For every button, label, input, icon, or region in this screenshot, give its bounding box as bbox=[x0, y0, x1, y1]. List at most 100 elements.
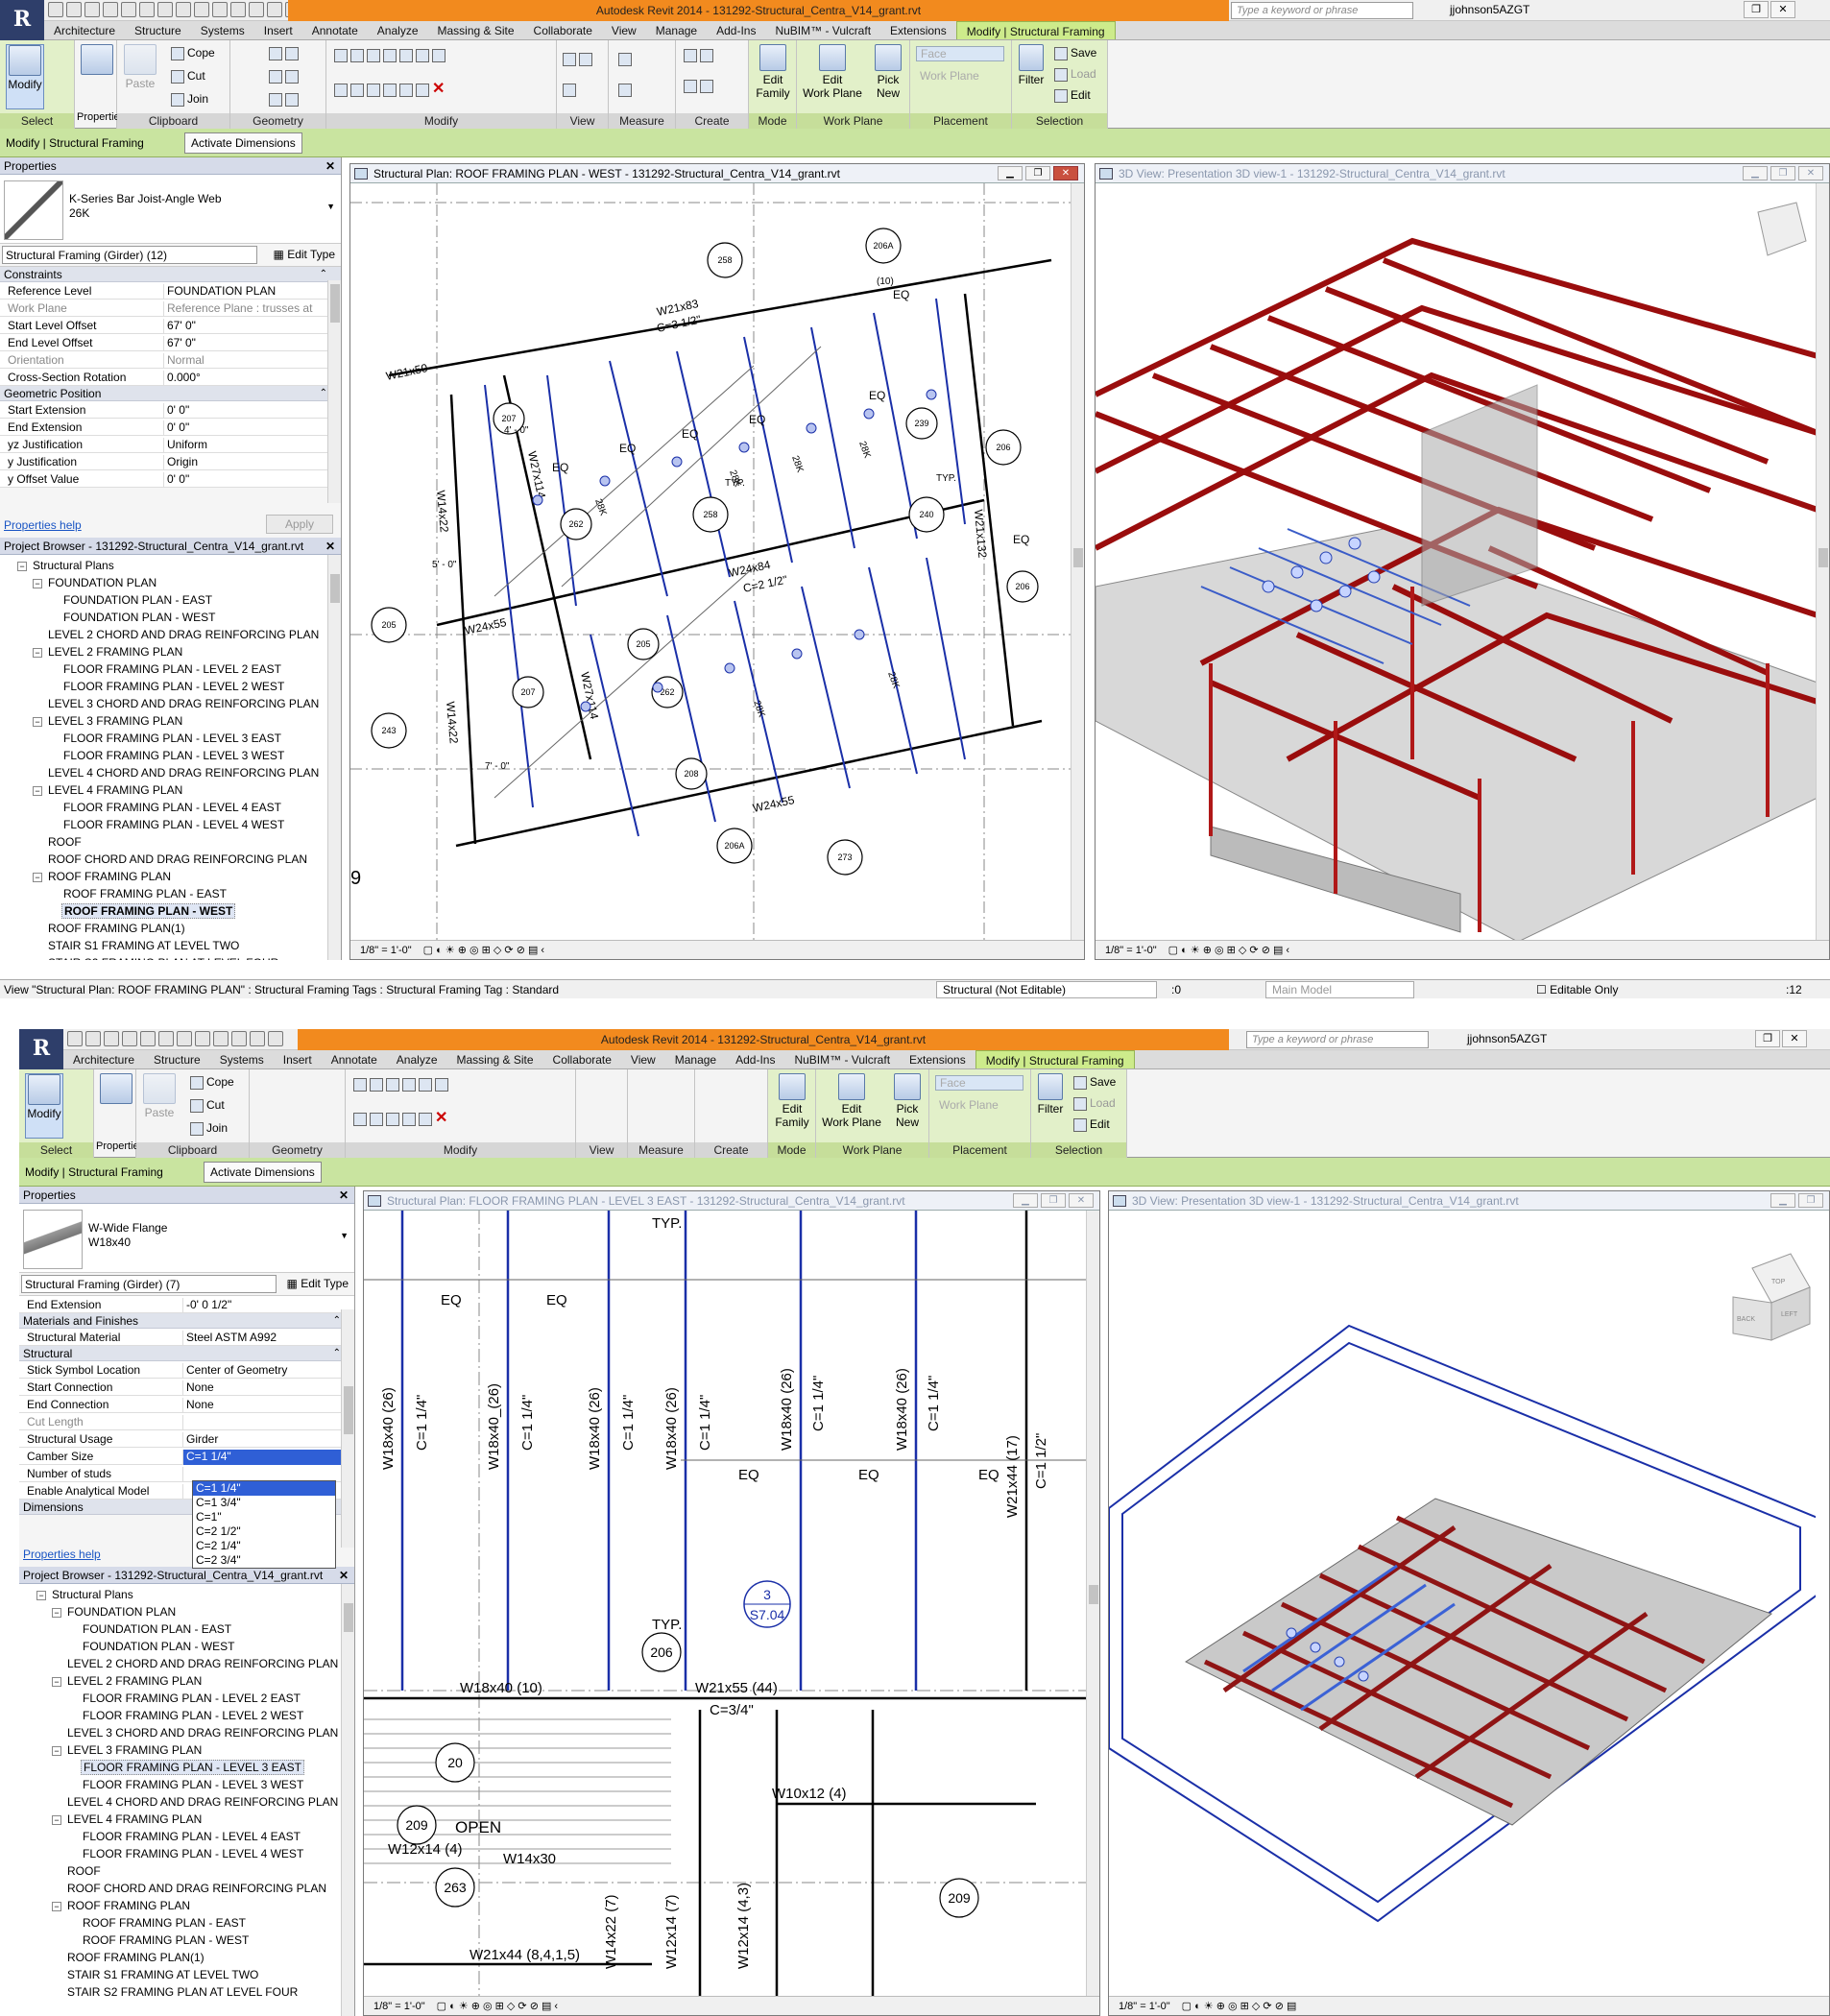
undo-icon[interactable] bbox=[122, 1031, 137, 1046]
scale-selector[interactable]: 1/8" = 1'-0" bbox=[360, 945, 412, 956]
collapse-icon[interactable]: − bbox=[33, 717, 42, 727]
edit-family-button[interactable]: Edit Family bbox=[753, 44, 793, 100]
beam-label[interactable]: W14x22 (7) bbox=[603, 1894, 619, 1969]
create-assembly-icon[interactable] bbox=[700, 48, 713, 62]
search-input[interactable]: Type a keyword or phrase bbox=[1246, 1031, 1429, 1048]
browser-item[interactable]: FLOOR FRAMING PLAN - LEVEL 2 WEST bbox=[19, 1707, 346, 1724]
tab-extensions[interactable]: Extensions bbox=[900, 1050, 975, 1068]
scale-selector[interactable]: 1/8" = 1'-0" bbox=[373, 2001, 425, 2012]
restore-icon[interactable]: ❐ bbox=[1744, 1, 1769, 18]
tag-label[interactable]: (10) bbox=[877, 276, 894, 287]
property-value[interactable]: 67' 0" bbox=[163, 336, 323, 351]
tab-structure[interactable]: Structure bbox=[125, 21, 191, 39]
copy-icon[interactable] bbox=[370, 1112, 383, 1126]
rotate-icon[interactable] bbox=[367, 83, 380, 97]
beam-label[interactable]: W18x40 (26) bbox=[380, 1387, 397, 1470]
property-group[interactable]: Constraints ⌃ bbox=[0, 267, 341, 282]
create-group-icon[interactable] bbox=[684, 79, 697, 93]
tab-view[interactable]: View bbox=[621, 1050, 665, 1068]
browser-item[interactable]: − Structural Plans bbox=[0, 557, 326, 574]
browser-item[interactable]: − ROOF FRAMING PLAN bbox=[0, 868, 326, 885]
collapse-icon[interactable]: ⌃ bbox=[320, 386, 327, 401]
view-control-icons[interactable]: ▢ ◐ ☀ ⊕ ◎ ⊞ ◇ ⟳ ⊘ ▤ ‹ bbox=[423, 945, 544, 956]
view-control-icons[interactable]: ▢ ◐ ☀ ⊕ ◎ ⊞ ◇ ⟳ ⊘ ▤ ‹ bbox=[437, 2001, 558, 2012]
copy-icon[interactable] bbox=[350, 83, 364, 97]
type-selector[interactable]: W-Wide Flange W18x40 ▼ bbox=[19, 1204, 354, 1273]
property-value[interactable]: C=1 1/4" bbox=[182, 1450, 342, 1465]
apply-button[interactable]: Apply bbox=[266, 515, 333, 534]
camber-label[interactable]: C=1 1/4" bbox=[810, 1376, 827, 1431]
align-icon[interactable] bbox=[353, 1077, 367, 1092]
property-group[interactable]: Structural ⌃ bbox=[19, 1346, 354, 1361]
close-icon[interactable]: ✕ bbox=[1069, 1193, 1094, 1208]
redo-icon[interactable] bbox=[140, 1031, 156, 1046]
dimension-label[interactable]: EQ bbox=[749, 413, 765, 426]
property-value[interactable]: Steel ASTM A992 bbox=[182, 1331, 342, 1346]
dimension-label[interactable]: EQ bbox=[893, 288, 909, 301]
camber-label[interactable]: C=1 1/2" bbox=[1033, 1433, 1049, 1489]
maximize-icon[interactable]: ❐ bbox=[1770, 166, 1795, 180]
browser-item[interactable]: − ROOF FRAMING PLAN bbox=[19, 1897, 346, 1914]
close-icon[interactable]: ✕ bbox=[339, 1187, 349, 1204]
grid-bubble[interactable]: 207 bbox=[520, 687, 535, 697]
browser-item[interactable]: FLOOR FRAMING PLAN - LEVEL 2 EAST bbox=[0, 660, 326, 678]
open-label[interactable]: OPEN bbox=[455, 1818, 501, 1836]
camber-option[interactable]: C=2 3/4" bbox=[193, 1553, 335, 1568]
property-value[interactable]: Reference Plane : trusses at f... bbox=[163, 301, 323, 328]
split-icon[interactable] bbox=[399, 48, 413, 62]
browser-item[interactable]: STAIR S1 FRAMING AT LEVEL TWO bbox=[0, 937, 326, 954]
geometry-tool-icon[interactable] bbox=[285, 46, 299, 60]
cut-button[interactable]: Cut bbox=[190, 1098, 225, 1113]
grid-bubble[interactable]: 20 bbox=[447, 1755, 463, 1770]
grid-bubble[interactable]: 208 bbox=[684, 769, 698, 779]
grid-bubble[interactable]: 258 bbox=[703, 510, 717, 519]
tab-annotate[interactable]: Annotate bbox=[322, 1050, 387, 1068]
pin-icon[interactable] bbox=[419, 1112, 432, 1126]
browser-item[interactable]: FOUNDATION PLAN - EAST bbox=[0, 591, 326, 609]
tab-collaborate[interactable]: Collaborate bbox=[524, 21, 602, 39]
mirror-icon[interactable] bbox=[386, 1077, 399, 1092]
collapse-icon[interactable]: − bbox=[33, 873, 42, 882]
geometry-tool-icon[interactable] bbox=[285, 69, 299, 84]
dimension-label[interactable]: EQ bbox=[858, 1467, 879, 1483]
property-value[interactable]: FOUNDATION PLAN bbox=[163, 284, 323, 300]
tab-collaborate[interactable]: Collaborate bbox=[543, 1050, 621, 1068]
browser-scrollbar[interactable] bbox=[341, 1584, 354, 2016]
tab-nubim-vulcraft[interactable]: NuBIM™ - Vulcraft bbox=[784, 1050, 900, 1068]
tab-add-ins[interactable]: Add-Ins bbox=[726, 1050, 784, 1068]
offset-icon[interactable] bbox=[350, 48, 364, 62]
print-icon[interactable] bbox=[139, 2, 155, 17]
grid-bubble[interactable]: 263 bbox=[444, 1880, 467, 1895]
beam-label[interactable]: W18x40 (26) bbox=[587, 1387, 603, 1470]
print-icon[interactable] bbox=[158, 1031, 174, 1046]
filter-count[interactable]: :12 bbox=[1786, 980, 1802, 998]
edit-family-button[interactable]: Edit Family bbox=[772, 1073, 812, 1129]
beam-label[interactable]: W18x40 (26) bbox=[663, 1387, 680, 1470]
3d-view-window[interactable]: 3D View: Presentation 3D view-1 - 131292… bbox=[1095, 163, 1830, 960]
browser-item[interactable]: − LEVEL 3 FRAMING PLAN bbox=[19, 1741, 346, 1759]
tab-modify-structural-framing[interactable]: Modify | Structural Framing bbox=[955, 21, 1116, 39]
save-icon[interactable] bbox=[85, 1031, 101, 1046]
close-icon[interactable]: ✕ bbox=[325, 538, 335, 555]
offset-icon[interactable] bbox=[370, 1077, 383, 1092]
camber-option[interactable]: C=2 1/4" bbox=[193, 1539, 335, 1553]
tab-insert[interactable]: Insert bbox=[254, 21, 302, 39]
tab-massing-site[interactable]: Massing & Site bbox=[428, 21, 524, 39]
property-value[interactable]: 0' 0" bbox=[163, 403, 323, 419]
dimension-label[interactable]: 4' - 0" bbox=[504, 425, 529, 436]
paste-button[interactable]: Paste bbox=[142, 1073, 177, 1119]
browser-scrollbar[interactable] bbox=[327, 555, 341, 960]
plan-vscroll[interactable] bbox=[1086, 1211, 1099, 1996]
plan-canvas[interactable]: 258 206A 207 262 258 239 240 206 206 205… bbox=[350, 183, 1071, 940]
browser-item[interactable]: FOUNDATION PLAN - WEST bbox=[0, 609, 326, 626]
close-icon[interactable]: ✕ bbox=[1798, 166, 1823, 180]
collapse-icon[interactable]: − bbox=[33, 648, 42, 658]
3d-vscroll[interactable] bbox=[1816, 183, 1829, 940]
beam-label[interactable]: W14x22 bbox=[444, 701, 461, 744]
geometry-tool-icon[interactable] bbox=[269, 92, 282, 107]
restore-icon[interactable]: ❐ bbox=[1755, 1030, 1780, 1047]
design-option-select[interactable]: Main Model bbox=[1265, 981, 1414, 998]
cope-button[interactable]: Cope bbox=[171, 46, 215, 60]
quick-access-toolbar[interactable] bbox=[67, 1031, 283, 1048]
beam-label[interactable]: W21x132 bbox=[972, 509, 989, 559]
